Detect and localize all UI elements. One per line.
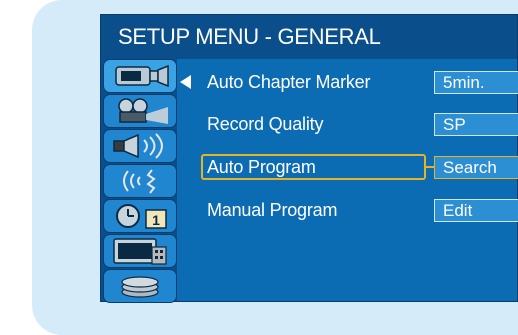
- camcorder-icon: [115, 64, 169, 88]
- antenna-signal-icon: [123, 169, 156, 194]
- sidebar-item-clock[interactable]: 1: [103, 199, 177, 233]
- menu-item-label: Manual Program: [207, 200, 338, 220]
- menu-title: SETUP MENU - GENERAL: [101, 15, 517, 59]
- svg-text:1: 1: [152, 212, 160, 228]
- menu-row-manual-program[interactable]: Manual Program Edit: [201, 197, 518, 223]
- sidebar-item-display[interactable]: [103, 234, 177, 268]
- selection-connector: [426, 166, 434, 168]
- menu-row-auto-program[interactable]: Auto Program Search: [201, 154, 518, 180]
- setup-menu-screen: SETUP MENU - GENERAL 1 Auto Chapter Mark…: [100, 14, 518, 303]
- menu-item-value[interactable]: Edit: [434, 199, 518, 222]
- menu-row-record-quality[interactable]: Record Quality SP: [201, 111, 518, 137]
- menu-item-value[interactable]: SP: [434, 113, 518, 136]
- menu-item-value[interactable]: 5min.: [434, 71, 518, 94]
- menu-row-auto-chapter-marker[interactable]: Auto Chapter Marker 5min.: [201, 69, 518, 95]
- sidebar-item-disc[interactable]: [103, 269, 177, 303]
- menu-item-value[interactable]: Search: [434, 156, 518, 179]
- sidebar: 1: [101, 59, 177, 303]
- sidebar-item-audio[interactable]: [103, 129, 177, 163]
- disc-stack-icon: [121, 276, 159, 298]
- film-projector-icon: [118, 98, 168, 124]
- sidebar-item-tuner[interactable]: [103, 164, 177, 198]
- speaker-icon: [113, 133, 163, 159]
- sidebar-item-camcorder[interactable]: [103, 59, 177, 93]
- menu-item-label: Record Quality: [207, 114, 324, 134]
- sidebar-item-film[interactable]: [103, 94, 177, 128]
- menu-item-label: Auto Program: [207, 157, 316, 177]
- clock-calendar-icon: 1: [116, 204, 167, 229]
- menu-item-label: Auto Chapter Marker: [207, 72, 371, 92]
- tv-remote-icon: [113, 238, 167, 265]
- active-section-pointer-icon: [180, 75, 191, 89]
